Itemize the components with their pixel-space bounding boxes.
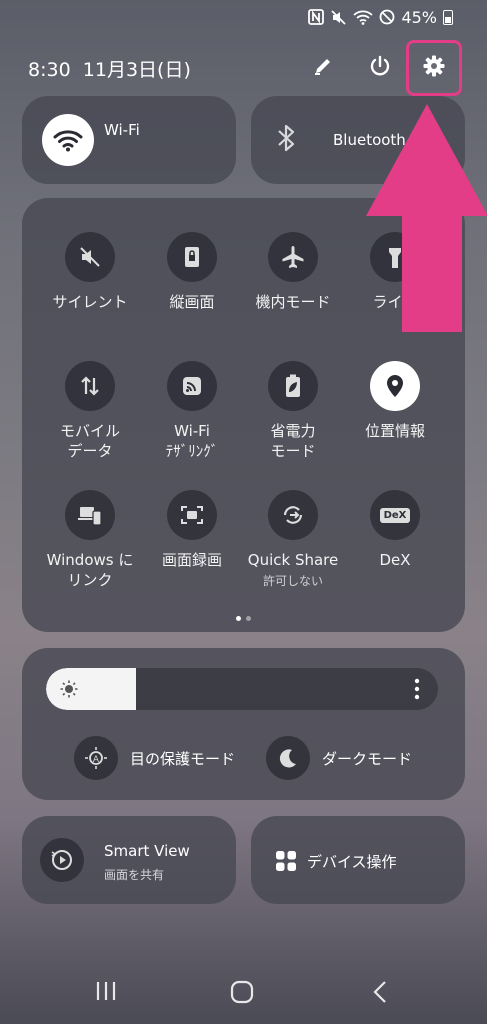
recent-apps-button[interactable] xyxy=(92,980,120,1002)
clock-date: 8:30 11月3日(日) xyxy=(28,55,191,82)
pencil-icon xyxy=(315,59,330,75)
location-icon xyxy=(370,361,420,411)
tile-label: 省電力 モード xyxy=(270,422,316,460)
smart-view-tile[interactable]: Smart View 画面を共有 xyxy=(22,816,236,904)
quick-share-icon xyxy=(268,490,318,540)
brightness-slider[interactable] xyxy=(46,668,438,710)
tile-label: DeX xyxy=(379,551,411,569)
wifi-toggle[interactable]: Wi-Fi xyxy=(22,96,236,184)
mute-icon xyxy=(65,232,115,282)
tile-wifi-tethering[interactable]: Wi-Fi ﾃｻﾞﾘﾝｸﾞ xyxy=(144,361,240,461)
wifi-status-icon xyxy=(353,9,374,25)
settings-highlight-box xyxy=(406,40,462,96)
nfc-icon xyxy=(308,9,325,25)
power-button[interactable] xyxy=(360,46,400,86)
tile-screen-record[interactable]: 画面録画 xyxy=(144,490,240,570)
device-control-icon xyxy=(275,850,297,876)
moon-icon xyxy=(266,736,310,780)
tile-label: 画面録画 xyxy=(161,551,222,569)
battery-percent: 45% xyxy=(401,7,437,27)
home-icon xyxy=(230,980,254,1004)
back-button[interactable] xyxy=(366,980,394,1004)
tile-sublabel: 許可しない xyxy=(262,574,323,588)
smart-view-icon xyxy=(40,838,84,882)
smart-view-subtitle: 画面を共有 xyxy=(104,868,165,882)
tile-label: 縦画面 xyxy=(169,293,215,311)
sun-icon xyxy=(60,680,78,702)
dex-icon-text: DeX xyxy=(379,507,411,523)
more-options-icon[interactable] xyxy=(414,678,420,704)
tile-airplane[interactable]: 機内モード xyxy=(245,232,341,312)
tile-portrait[interactable]: 縦画面 xyxy=(144,232,240,312)
power-saving-icon xyxy=(268,361,318,411)
screen-record-icon xyxy=(167,490,217,540)
tile-label: Quick Share xyxy=(247,551,339,569)
pager-dot xyxy=(246,616,251,621)
tile-silent[interactable]: サイレント xyxy=(42,232,138,312)
tile-location[interactable]: 位置情報 xyxy=(347,361,443,441)
dark-mode-toggle[interactable]: ダークモード xyxy=(266,736,412,780)
wifi-label: Wi-Fi xyxy=(104,121,140,139)
tile-quick-share[interactable]: Quick Share 許可しない xyxy=(245,490,341,589)
annotation-arrow-up-icon xyxy=(366,104,487,336)
portrait-lock-icon xyxy=(167,232,217,282)
tile-label: 位置情報 xyxy=(364,422,425,440)
tile-dex[interactable]: DeX DeX xyxy=(347,490,443,570)
mute-status-icon xyxy=(330,9,347,26)
tile-label: モバイル データ xyxy=(59,422,120,460)
dex-icon: DeX xyxy=(370,490,420,540)
battery-icon xyxy=(443,9,453,25)
mobile-data-icon xyxy=(65,361,115,411)
tile-power-saving[interactable]: 省電力 モード xyxy=(245,361,341,461)
device-control-tile[interactable]: デバイス操作 xyxy=(251,816,465,904)
date: 11月3日(日) xyxy=(82,59,191,81)
power-icon xyxy=(370,55,390,76)
eye-comfort-icon: A xyxy=(74,736,118,780)
status-bar: 45% xyxy=(308,6,453,28)
bluetooth-icon xyxy=(273,121,299,159)
wifi-icon xyxy=(42,114,94,166)
tile-label: Wi-Fi ﾃｻﾞﾘﾝｸﾞ xyxy=(165,422,219,460)
eye-comfort-toggle[interactable]: A 目の保護モード xyxy=(74,736,235,780)
tile-label: サイレント xyxy=(52,293,128,311)
eye-comfort-label: 目の保護モード xyxy=(130,749,236,768)
do-not-disturb-icon xyxy=(379,9,395,25)
hotspot-icon xyxy=(167,361,217,411)
airplane-icon xyxy=(268,232,318,282)
dark-mode-label: ダークモード xyxy=(322,749,413,768)
time: 8:30 xyxy=(28,59,71,81)
back-icon xyxy=(373,981,386,1003)
pager-dot-active xyxy=(236,616,241,621)
device-control-label: デバイス操作 xyxy=(307,853,397,871)
smart-view-title: Smart View xyxy=(104,842,190,860)
tile-label: Windows に リンク xyxy=(46,551,134,589)
edit-button[interactable] xyxy=(303,46,343,86)
home-button[interactable] xyxy=(228,980,256,1004)
svg-text:A: A xyxy=(93,755,100,765)
tile-link-to-windows[interactable]: Windows に リンク xyxy=(42,490,138,590)
tile-mobile-data[interactable]: モバイル データ xyxy=(42,361,138,461)
link-to-windows-icon xyxy=(65,490,115,540)
tile-label: 機内モード xyxy=(255,293,331,311)
recent-apps-icon xyxy=(96,982,116,1000)
